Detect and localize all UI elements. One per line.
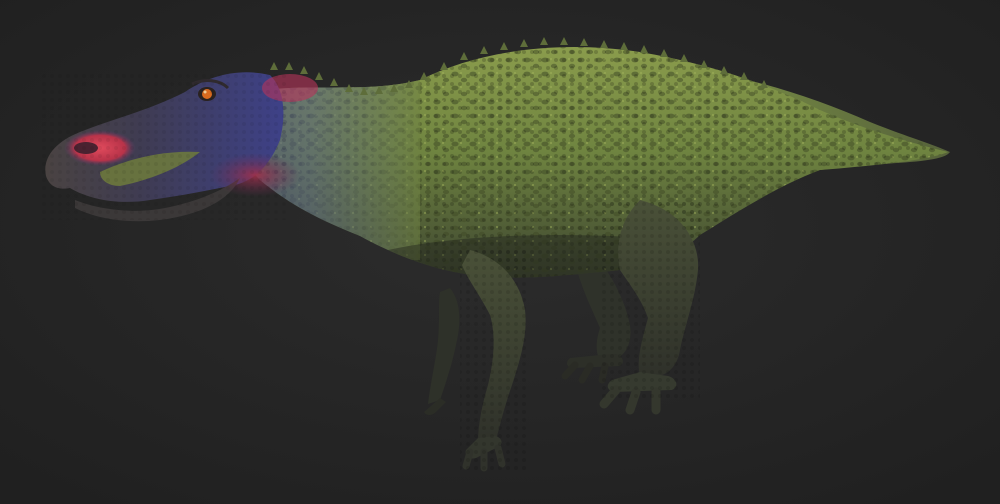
- viewport: [0, 0, 1000, 504]
- near-hind-leg: [599, 200, 700, 415]
- dinosaur-render: [0, 0, 1000, 504]
- head: [40, 70, 318, 222]
- near-front-leg: [460, 250, 530, 472]
